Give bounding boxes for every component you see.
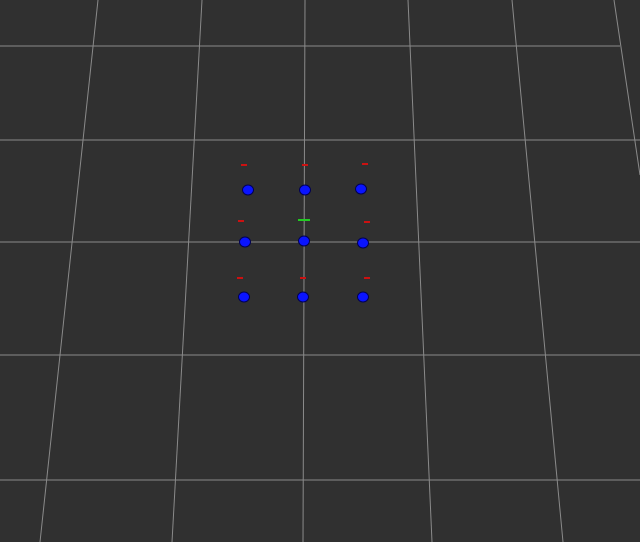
grid-line <box>302 0 306 542</box>
marker-point[interactable] <box>357 237 369 249</box>
marker-point[interactable] <box>297 291 309 303</box>
marker-point[interactable] <box>298 235 310 247</box>
grid-line <box>171 0 203 542</box>
marker-point[interactable] <box>357 291 369 303</box>
grid-line <box>613 0 640 176</box>
grid-line <box>39 0 99 542</box>
marker-point[interactable] <box>242 184 254 196</box>
3d-viewport[interactable] <box>0 0 640 542</box>
ground-grid <box>0 0 640 542</box>
marker-point[interactable] <box>239 236 251 248</box>
marker-point[interactable] <box>299 184 311 196</box>
grid-line <box>511 0 564 542</box>
marker-point[interactable] <box>238 291 250 303</box>
scene-canvas[interactable] <box>0 0 640 542</box>
grid-line <box>407 0 433 542</box>
marker-point[interactable] <box>355 183 367 195</box>
